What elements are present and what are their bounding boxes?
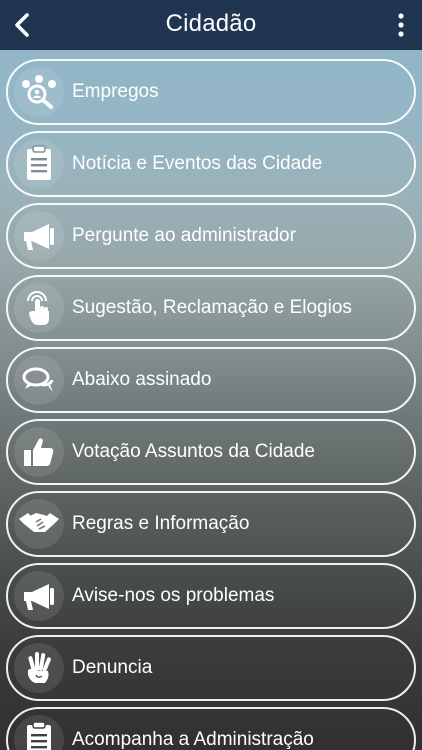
menu-item-denuncia[interactable]: Denuncia (6, 635, 416, 701)
handshake-icon (19, 513, 59, 532)
hand-icon (28, 652, 51, 683)
thumbs-up-icon (24, 438, 54, 466)
clipboard-icon (27, 721, 51, 750)
menu-item-label: Regras e Informação (72, 513, 250, 534)
menu-item-label: Denuncia (72, 657, 153, 678)
menu-item-acompanha-administracao[interactable]: Acompanha a Administração (6, 707, 416, 750)
menu-item-empregos[interactable]: Empregos (6, 59, 416, 125)
menu-item-icon-wrap (14, 139, 64, 189)
menu-item-noticia-eventos[interactable]: Notícia e Eventos das Cidade (6, 131, 416, 197)
menu-item-abaixo-assinado[interactable]: Abaixo assinado (6, 347, 416, 413)
menu-item-icon-wrap (14, 643, 64, 693)
menu-item-sugestao[interactable]: Sugestão, Reclamação e Elogios (6, 275, 416, 341)
megaphone-icon (24, 584, 54, 610)
menu-item-label: Sugestão, Reclamação e Elogios (72, 297, 352, 318)
menu-item-icon-wrap (14, 571, 64, 621)
main-menu: Empregos Notícia e Eventos das Cidade Pe… (0, 0, 422, 750)
menu-item-icon-wrap (14, 355, 64, 405)
menu-item-icon-wrap (14, 211, 64, 261)
menu-item-regras-informacao[interactable]: Regras e Informação (6, 491, 416, 557)
menu-item-pergunte-administrador[interactable]: Pergunte ao administrador (6, 203, 416, 269)
menu-item-label: Acompanha a Administração (72, 729, 314, 750)
menu-item-icon-wrap (14, 427, 64, 477)
menu-item-votacao[interactable]: Votação Assuntos da Cidade (6, 419, 416, 485)
menu-item-label: Votação Assuntos da Cidade (72, 441, 315, 462)
menu-item-icon-wrap (14, 67, 64, 117)
menu-item-avise-problemas[interactable]: Avise-nos os problemas (6, 563, 416, 629)
people-search-icon (22, 75, 56, 109)
clipboard-icon (27, 145, 51, 180)
menu-item-icon-wrap (14, 715, 64, 750)
touch-hand-icon (27, 291, 49, 325)
menu-item-label: Empregos (72, 81, 159, 102)
megaphone-icon (24, 224, 54, 250)
chat-bubbles-icon (22, 367, 54, 392)
menu-item-label: Notícia e Eventos das Cidade (72, 153, 323, 174)
menu-item-label: Pergunte ao administrador (72, 225, 296, 246)
menu-item-label: Abaixo assinado (72, 369, 212, 390)
menu-item-label: Avise-nos os problemas (72, 585, 275, 606)
menu-item-icon-wrap (14, 499, 64, 549)
menu-item-icon-wrap (14, 283, 64, 333)
